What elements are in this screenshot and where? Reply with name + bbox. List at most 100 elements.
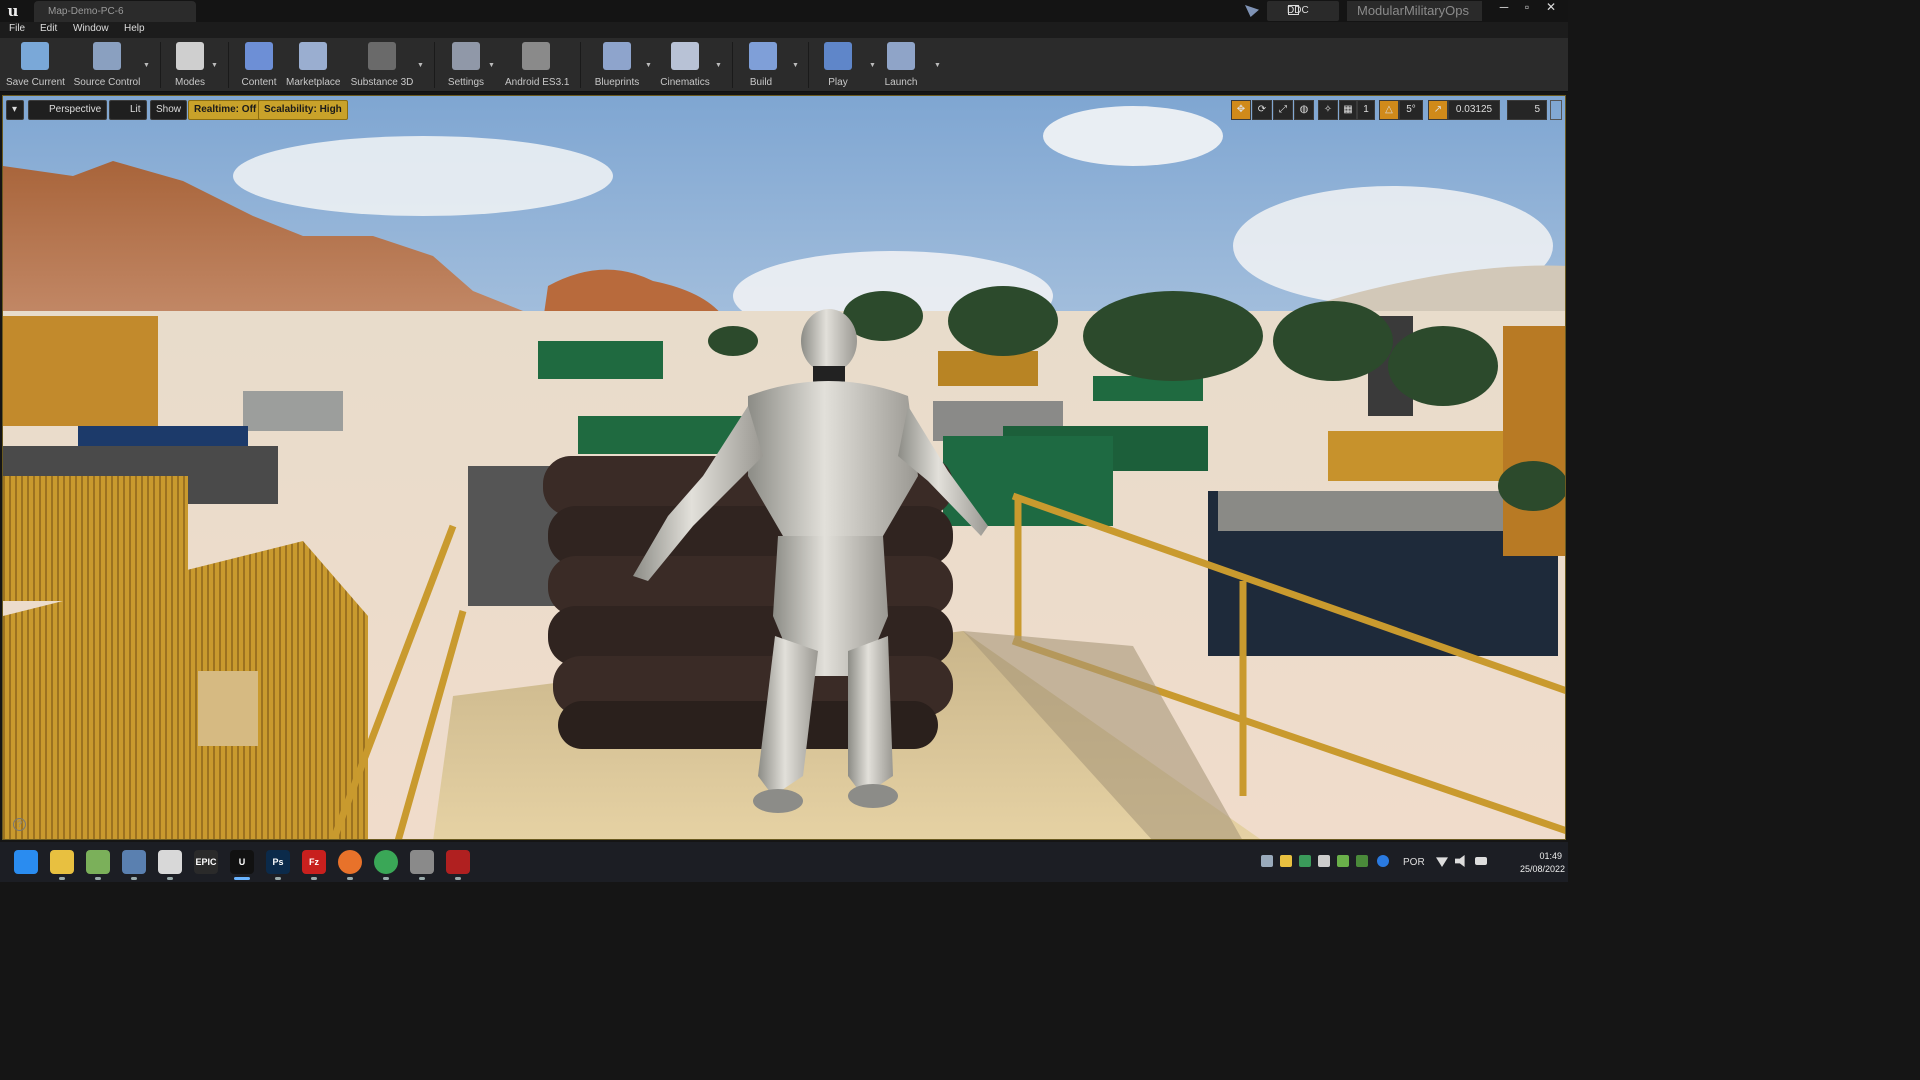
- launch-button[interactable]: Launch: [884, 40, 918, 90]
- main-toolbar: Save Current Source Control Modes Content Ma…: [0, 38, 1568, 92]
- perspective-button[interactable]: Perspective: [28, 100, 108, 120]
- marketplace-button[interactable]: Marketplace: [286, 40, 340, 90]
- running-indicator: [234, 877, 250, 880]
- menu-file[interactable]: File: [9, 23, 25, 34]
- settings-button[interactable]: Settings: [446, 40, 486, 90]
- toolbar-separator: [228, 42, 229, 88]
- source-control-button[interactable]: Source Control: [73, 40, 141, 90]
- blueprints-button[interactable]: Blueprints: [594, 40, 640, 90]
- maximize-button[interactable]: ▫: [1516, 0, 1538, 16]
- minimize-button[interactable]: ─: [1493, 0, 1515, 16]
- realtime-toggle[interactable]: Realtime: Off: [188, 100, 263, 120]
- app-red-icon[interactable]: [446, 850, 470, 874]
- battery-icon[interactable]: [1475, 857, 1487, 865]
- photoshop-icon[interactable]: Ps: [266, 850, 290, 874]
- angle-snap-icon[interactable]: △: [1379, 100, 1399, 120]
- toolbar-dropdown-icon[interactable]: ▼: [143, 62, 150, 69]
- cinematics-button[interactable]: Cinematics: [659, 40, 711, 90]
- toolbar-label: Launch: [884, 77, 918, 88]
- unreal-icon[interactable]: U: [230, 850, 254, 874]
- toolbar-dropdown-icon[interactable]: ▼: [869, 62, 876, 69]
- photos-icon[interactable]: [122, 850, 146, 874]
- epic-games-icon[interactable]: EPIC: [194, 850, 218, 874]
- tray-icon-1[interactable]: [1261, 855, 1273, 867]
- notepad-icon[interactable]: [86, 850, 110, 874]
- firefox-icon[interactable]: [338, 850, 362, 874]
- grid-snap-value[interactable]: 1: [1357, 100, 1375, 120]
- running-indicator: [383, 877, 389, 880]
- bluetooth-icon[interactable]: [1377, 855, 1389, 867]
- save-button[interactable]: Save Current: [6, 40, 65, 90]
- level-viewport[interactable]: ▾ Perspective Lit Show Realtime: Off Sca…: [2, 95, 1566, 840]
- surface-snap-icon[interactable]: ✧: [1318, 100, 1338, 120]
- scale-snap-value[interactable]: 0.03125: [1448, 100, 1500, 120]
- toolbar-dropdown-icon[interactable]: ▼: [211, 62, 218, 69]
- camera-speed-button[interactable]: 5: [1507, 100, 1547, 120]
- tray-icon-3[interactable]: [1299, 855, 1311, 867]
- world-space-icon[interactable]: ◍: [1294, 100, 1314, 120]
- title-bar: u Map-Demo-PC-6 DDC ModularMilitaryOps ─…: [0, 0, 1568, 22]
- toolbar-label: Blueprints: [594, 77, 640, 88]
- android-icon: [522, 42, 550, 70]
- ddc-button[interactable]: DDC: [1267, 1, 1339, 21]
- maximize-viewport-icon[interactable]: [1550, 100, 1562, 120]
- translate-tool-icon[interactable]: ✥: [1231, 100, 1251, 120]
- running-indicator: [167, 877, 173, 880]
- help-icon[interactable]: ?: [13, 818, 26, 831]
- tray-icon-4[interactable]: [1318, 855, 1330, 867]
- toolbar-dropdown-icon[interactable]: ▼: [417, 62, 424, 69]
- toolbar-separator: [732, 42, 733, 88]
- settings-icon: [452, 42, 480, 70]
- document-tab[interactable]: Map-Demo-PC-6: [34, 1, 196, 22]
- rotate-tool-icon[interactable]: ⟳: [1252, 100, 1272, 120]
- unreal-logo-icon[interactable]: u: [4, 2, 22, 20]
- scalability-button[interactable]: Scalability: High: [258, 100, 348, 120]
- toolbar-dropdown-icon[interactable]: ▼: [645, 62, 652, 69]
- scale-snap-icon[interactable]: ↗: [1428, 100, 1448, 120]
- play-button[interactable]: Play: [822, 40, 854, 90]
- start-icon[interactable]: [14, 850, 38, 874]
- lit-button[interactable]: Lit: [109, 100, 147, 120]
- language-indicator[interactable]: POR: [1403, 857, 1425, 868]
- toolbar-dropdown-icon[interactable]: ▼: [488, 62, 495, 69]
- grid-snap-icon[interactable]: ▦: [1339, 100, 1357, 120]
- nvidia-icon[interactable]: [1337, 855, 1349, 867]
- android-button[interactable]: Android ES3.1: [505, 40, 570, 90]
- clock[interactable]: 01:49 25/08/2022: [1520, 850, 1565, 876]
- toolbar-dropdown-icon[interactable]: ▼: [715, 62, 722, 69]
- running-indicator: [275, 877, 281, 880]
- modes-icon: [176, 42, 204, 70]
- toolbar-separator: [160, 42, 161, 88]
- scale-tool-icon[interactable]: ⤢: [1273, 100, 1293, 120]
- toolbar-label: Marketplace: [286, 77, 341, 88]
- substance-button[interactable]: Substance 3D: [350, 40, 414, 90]
- wifi-icon[interactable]: [1436, 857, 1448, 867]
- chrome-icon[interactable]: [374, 850, 398, 874]
- tray-icon-2[interactable]: [1280, 855, 1292, 867]
- toolbar-dropdown-icon[interactable]: ▼: [934, 62, 941, 69]
- ddc-icon: [1288, 5, 1299, 15]
- filezilla-icon[interactable]: Fz: [302, 850, 326, 874]
- modes-button[interactable]: Modes: [172, 40, 208, 90]
- launch-icon: [887, 42, 915, 70]
- lit-label: Lit: [130, 104, 141, 115]
- menu-window[interactable]: Window: [73, 23, 109, 34]
- angle-snap-value[interactable]: 5°: [1399, 100, 1423, 120]
- notification-icon[interactable]: [1245, 5, 1259, 17]
- toolbar-dropdown-icon[interactable]: ▼: [792, 62, 799, 69]
- menu-help[interactable]: Help: [124, 23, 145, 34]
- media-icon[interactable]: [158, 850, 182, 874]
- game-icon[interactable]: [410, 850, 434, 874]
- tray-icon-6[interactable]: [1356, 855, 1368, 867]
- show-button[interactable]: Show: [150, 100, 188, 120]
- clock-time: 01:49: [1539, 851, 1562, 861]
- marketplace-icon: [299, 42, 327, 70]
- explorer-icon[interactable]: [50, 850, 74, 874]
- blueprints-icon: [603, 42, 631, 70]
- content-button[interactable]: Content: [240, 40, 278, 90]
- volume-icon[interactable]: [1455, 855, 1465, 867]
- menu-edit[interactable]: Edit: [40, 23, 57, 34]
- close-button[interactable]: ✕: [1540, 0, 1562, 16]
- build-button[interactable]: Build: [749, 40, 777, 90]
- viewport-options-button[interactable]: ▾: [6, 100, 24, 120]
